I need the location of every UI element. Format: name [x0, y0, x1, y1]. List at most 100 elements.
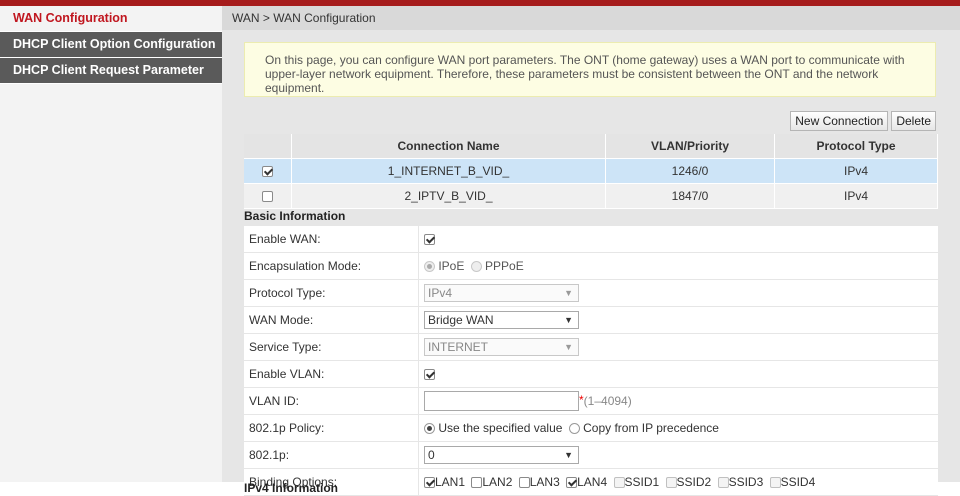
p8021-selected: 0 — [428, 448, 435, 462]
lan2-label: LAN2 — [482, 475, 513, 490]
enable-vlan-checkbox[interactable] — [424, 369, 435, 381]
copy-ip-precedence-radio[interactable] — [568, 422, 580, 434]
vlan-id-value: *(1–4094) — [418, 387, 938, 415]
column-header-protocol-type: Protocol Type — [774, 134, 938, 159]
sidebar-item-dhcp-client-option[interactable]: DHCP Client Option Configuration — [0, 32, 223, 58]
ssid3-label: SSID3 — [728, 475, 764, 490]
table-row[interactable]: 2_IPTV_B_VID_ 1847/0 IPv4 — [244, 183, 938, 209]
copy-ip-precedence-label: Copy from IP precedence — [583, 421, 719, 436]
form-row-enable-vlan: Enable VLAN: — [244, 360, 938, 388]
breadcrumb: WAN > WAN Configuration — [222, 6, 960, 30]
row-checkbox[interactable] — [262, 166, 273, 178]
connection-name-cell: 2_IPTV_B_VID_ — [291, 183, 606, 209]
connection-actions: New Connection Delete — [787, 111, 936, 131]
service-type-label: Service Type: — [244, 333, 419, 361]
lan4-checkbox[interactable] — [566, 476, 578, 488]
wan-mode-selected: Bridge WAN — [428, 313, 494, 327]
protocol-type-selected: IPv4 — [428, 286, 453, 300]
enable-wan-value — [418, 226, 938, 253]
form-row-8021p: 802.1p: 0 ▼ — [244, 441, 938, 469]
lan4-label: LAN4 — [577, 475, 608, 490]
connection-name-cell: 1_INTERNET_B_VID_ — [291, 158, 606, 184]
encapsulation-value: IPoE PPPoE — [418, 252, 938, 280]
lan3-checkbox[interactable] — [518, 476, 530, 488]
protocol-type-cell: IPv4 — [774, 158, 938, 184]
enable-vlan-value — [418, 360, 938, 388]
select-column-header — [244, 134, 292, 159]
use-specified-value-label: Use the specified value — [438, 421, 563, 436]
connection-table: Connection Name VLAN/Priority Protocol T… — [244, 134, 938, 209]
protocol-type-cell: IPv4 — [774, 183, 938, 209]
table-header-row: Connection Name VLAN/Priority Protocol T… — [244, 134, 938, 159]
delete-button[interactable]: Delete — [891, 111, 936, 131]
form-row-wan-mode: WAN Mode: Bridge WAN ▼ — [244, 306, 938, 334]
table-row[interactable]: 1_INTERNET_B_VID_ 1246/0 IPv4 — [244, 158, 938, 184]
main-panel: WAN > WAN Configuration On this page, yo… — [222, 6, 960, 496]
ssid1-checkbox[interactable] — [613, 476, 625, 488]
wan-mode-select[interactable]: Bridge WAN ▼ — [424, 311, 579, 329]
ssid2-checkbox[interactable] — [665, 476, 677, 488]
ssid2-label: SSID2 — [676, 475, 712, 490]
wan-mode-value: Bridge WAN ▼ — [418, 306, 938, 334]
lan1-checkbox[interactable] — [424, 476, 435, 488]
sidebar-item-wan-configuration[interactable]: WAN Configuration — [0, 6, 222, 32]
vlan-priority-cell: 1847/0 — [605, 183, 775, 209]
ssid3-checkbox[interactable] — [717, 476, 729, 488]
enable-wan-label: Enable WAN: — [244, 226, 419, 253]
info-notice: On this page, you can configure WAN port… — [244, 42, 936, 97]
form-row-enable-wan: Enable WAN: — [244, 226, 938, 253]
protocol-type-value: IPv4 ▼ — [418, 279, 938, 307]
column-header-vlan-priority: VLAN/Priority — [605, 134, 775, 159]
p8021-value: 0 ▼ — [418, 441, 938, 469]
lan1-label: LAN1 — [435, 475, 466, 490]
pppoe-radio[interactable] — [470, 260, 482, 272]
protocol-type-label: Protocol Type: — [244, 279, 419, 307]
column-header-connection-name: Connection Name — [291, 134, 606, 159]
form-row-binding-options: Binding Options: LAN1 LAN2 LAN3 LAN4 SSI… — [244, 468, 938, 496]
lan2-checkbox[interactable] — [471, 476, 483, 488]
ipoe-label: IPoE — [438, 259, 465, 274]
enable-vlan-label: Enable VLAN: — [244, 360, 419, 388]
ssid4-checkbox[interactable] — [769, 476, 781, 488]
vlan-id-label: VLAN ID: — [244, 387, 419, 415]
lan3-label: LAN3 — [529, 475, 560, 490]
service-type-selected: INTERNET — [428, 340, 488, 354]
form-row-encapsulation: Encapsulation Mode: IPoE PPPoE — [244, 252, 938, 280]
chevron-down-icon: ▼ — [564, 315, 573, 325]
p8021-select[interactable]: 0 ▼ — [424, 446, 579, 464]
vlan-id-hint: (1–4094) — [583, 394, 632, 408]
protocol-type-select[interactable]: IPv4 ▼ — [424, 284, 579, 302]
service-type-value: INTERNET ▼ — [418, 333, 938, 361]
row-checkbox[interactable] — [262, 191, 273, 203]
row-select-cell — [244, 158, 292, 184]
new-connection-button[interactable]: New Connection — [790, 111, 889, 131]
ipoe-radio[interactable] — [424, 260, 435, 272]
wan-mode-label: WAN Mode: — [244, 306, 419, 334]
enable-wan-checkbox[interactable] — [424, 234, 435, 246]
use-specified-value-radio[interactable] — [424, 422, 435, 434]
row-select-cell — [244, 183, 292, 209]
policy-label: 802.1p Policy: — [244, 414, 419, 442]
form-row-vlan-id: VLAN ID: *(1–4094) — [244, 387, 938, 415]
policy-value: Use the specified value Copy from IP pre… — [418, 414, 938, 442]
basic-information-title: Basic Information — [244, 209, 346, 223]
pppoe-label: PPPoE — [485, 259, 524, 274]
ipv4-information-title: IPv4 Information — [244, 481, 339, 495]
form-row-protocol-type: Protocol Type: IPv4 ▼ — [244, 279, 938, 307]
vlan-priority-cell: 1246/0 — [605, 158, 775, 184]
ssid1-label: SSID1 — [624, 475, 660, 490]
form-row-8021p-policy: 802.1p Policy: Use the specified value C… — [244, 414, 938, 442]
vlan-id-input[interactable] — [424, 391, 579, 411]
form-row-service-type: Service Type: INTERNET ▼ — [244, 333, 938, 361]
chevron-down-icon: ▼ — [564, 342, 573, 352]
encapsulation-label: Encapsulation Mode: — [244, 252, 419, 280]
sidebar-item-dhcp-client-request[interactable]: DHCP Client Request Parameter — [0, 58, 223, 84]
p8021-label: 802.1p: — [244, 441, 419, 469]
service-type-select[interactable]: INTERNET ▼ — [424, 338, 579, 356]
chevron-down-icon: ▼ — [564, 288, 573, 298]
binding-options-value: LAN1 LAN2 LAN3 LAN4 SSID1 SSID2 SSID3 SS… — [418, 468, 938, 496]
ssid4-label: SSID4 — [780, 475, 816, 490]
sidebar: WAN Configuration DHCP Client Option Con… — [0, 6, 223, 482]
basic-information-form: Enable WAN: Encapsulation Mode: IPoE PPP… — [244, 226, 938, 496]
chevron-down-icon: ▼ — [564, 450, 573, 460]
